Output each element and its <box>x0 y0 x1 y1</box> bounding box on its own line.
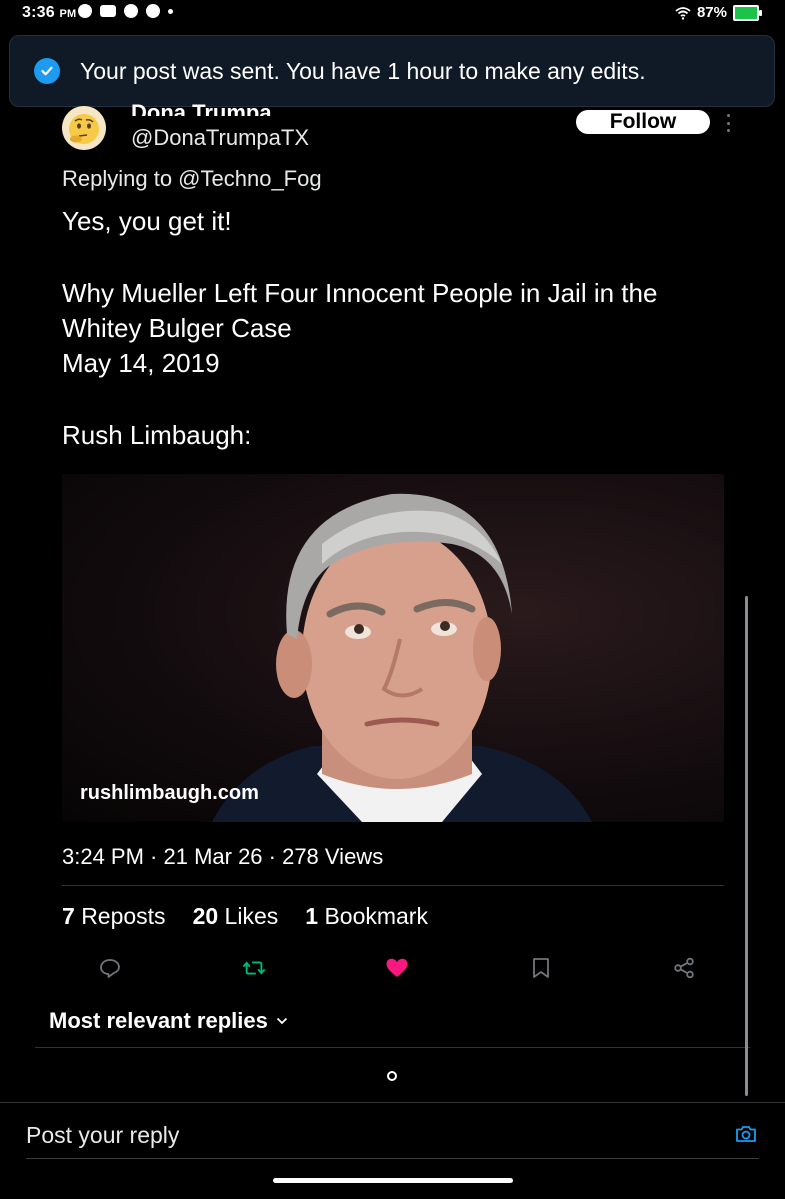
thinking-face-icon <box>62 106 106 150</box>
battery-icon <box>733 4 762 21</box>
post-text-line: May 14, 2019 <box>62 348 220 378</box>
status-right: 87% <box>675 4 762 21</box>
pinwheel-icon <box>146 4 160 18</box>
replies-sort-label: Most relevant replies <box>49 1008 268 1033</box>
replying-to: Replying to @Techno_Fog <box>62 166 322 191</box>
follow-button[interactable]: Follow <box>576 110 710 134</box>
chevron-down-icon <box>276 1017 288 1025</box>
post-text-line: Rush Limbaugh: <box>62 420 252 450</box>
wifi-icon <box>675 6 691 20</box>
reposts-stat[interactable]: 7 Reposts <box>62 903 166 930</box>
image-watermark: rushlimbaugh.com <box>80 782 259 804</box>
camera-icon[interactable] <box>734 1122 758 1146</box>
reply-icon[interactable] <box>98 956 122 980</box>
more-notifications-dot <box>168 8 173 14</box>
author-name[interactable]: Dona Trumpa <box>131 94 272 116</box>
post-actions <box>98 956 696 980</box>
likes-stat[interactable]: 20 Likes <box>193 903 279 930</box>
check-circle-icon <box>34 58 60 84</box>
bookmarks-stat[interactable]: 1 Bookmark <box>305 903 428 930</box>
bookmark-icon[interactable] <box>529 956 553 980</box>
replies-sort-dropdown[interactable]: Most relevant replies <box>49 1008 288 1034</box>
post-meta: 3:24 PM · 21 Mar 26 · 278 Views <box>62 844 384 869</box>
divider <box>0 1102 785 1103</box>
notification-icons <box>78 4 173 18</box>
app-icon <box>100 5 116 17</box>
post-text-line: Why Mueller Left Four Innocent People in… <box>62 278 658 308</box>
author-avatar[interactable] <box>62 106 106 150</box>
status-time: 3:36 PM <box>22 4 77 21</box>
repost-icon[interactable] <box>242 956 266 980</box>
toast-message: Your post was sent. You have 1 hour to m… <box>80 57 646 84</box>
divider <box>26 1158 759 1159</box>
scrollbar[interactable] <box>745 596 748 1096</box>
divider <box>62 885 724 886</box>
heart-icon[interactable] <box>385 956 409 980</box>
post-image[interactable]: rushlimbaugh.com <box>62 474 724 822</box>
share-icon[interactable] <box>672 956 696 980</box>
reply-input[interactable] <box>26 1113 726 1157</box>
post-text-line: Yes, you get it! <box>62 206 232 236</box>
chat-icon <box>78 4 92 18</box>
battery-percent: 87% <box>696 4 727 21</box>
status-bar: 3:36 PM 87% <box>0 0 785 28</box>
more-options-icon[interactable] <box>724 114 732 132</box>
post-sent-toast: Your post was sent. You have 1 hour to m… <box>9 35 775 107</box>
loading-indicator <box>387 1071 397 1081</box>
divider <box>35 1047 750 1048</box>
ghost-icon <box>124 4 138 18</box>
post-stats: 7 Reposts 20 Likes 1 Bookmark <box>62 903 428 930</box>
post-text-line: Whitey Bulger Case <box>62 313 292 343</box>
gesture-nav-bar[interactable] <box>273 1178 513 1183</box>
portrait-photo <box>212 493 592 822</box>
author-handle[interactable]: @DonaTrumpaTX <box>131 125 309 151</box>
